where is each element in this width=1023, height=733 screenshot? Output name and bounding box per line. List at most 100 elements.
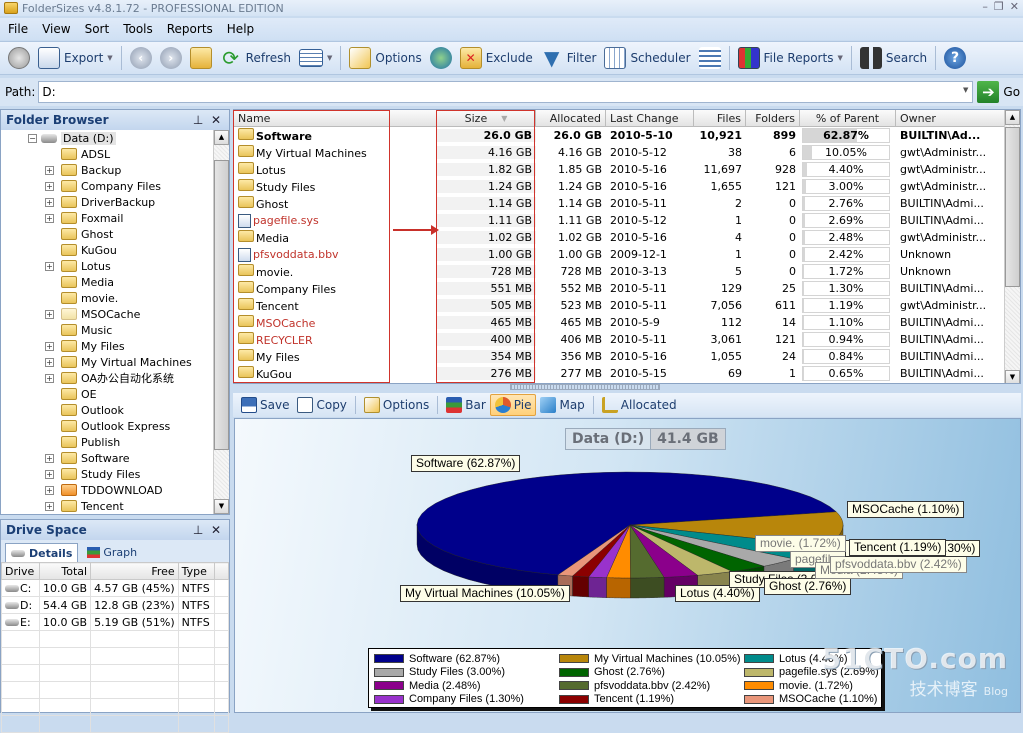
grid-row[interactable]: Study Files 1.24 GB 1.24 GB 2010-5-16 1,655 1… (234, 178, 1020, 195)
tree-item[interactable]: + OA办公自动化系统 (1, 370, 213, 386)
tree-item[interactable]: + Backup (1, 162, 213, 178)
grid-row[interactable]: RECYCLER 400 MB 406 MB 2010-5-11 3,061 121 0.9… (234, 331, 1020, 348)
map-button[interactable]: Map (536, 394, 588, 416)
drive-row[interactable]: D: 54.4 GB 12.8 GB (23%) NTFS (1, 596, 230, 614)
column-header-drive[interactable]: Drive (1, 562, 40, 580)
close-panel-icon[interactable]: ✕ (211, 113, 221, 127)
scroll-thumb[interactable] (214, 160, 229, 450)
path-input[interactable]: D: ▼ (38, 81, 974, 103)
splitter-handle[interactable] (510, 384, 660, 390)
export-button[interactable]: Export ▼ (34, 44, 117, 72)
grid-row[interactable]: Software 26.0 GB 26.0 GB 2010-5-10 10,921 899… (234, 127, 1020, 144)
tree-item[interactable]: Outlook (1, 402, 213, 418)
tree-item[interactable]: + Lotus (1, 258, 213, 274)
column-header-name[interactable]: Name (234, 110, 437, 127)
restore-button[interactable]: ❐ (994, 0, 1004, 13)
tree-item[interactable]: Publish (1, 434, 213, 450)
tree-root[interactable]: − Data (D:) (1, 130, 213, 146)
expand-icon[interactable]: + (45, 197, 54, 207)
folder-tree-scrollbar[interactable]: ▲ ▼ (213, 130, 229, 514)
scheduler-button[interactable]: Scheduler (600, 44, 694, 72)
back-button[interactable]: ‹ (126, 44, 156, 72)
grid-row[interactable]: pagefile.sys 1.11 GB 1.11 GB 2010-5-12 1 0 2.6… (234, 212, 1020, 229)
tree-item[interactable]: + MSOCache (1, 306, 213, 322)
path-dropdown-icon[interactable]: ▼ (963, 86, 968, 94)
expand-icon[interactable]: + (45, 453, 54, 463)
tree-item[interactable]: + DriverBackup (1, 194, 213, 210)
tree-item[interactable]: + Software (1, 450, 213, 466)
refresh-button[interactable]: ⟳ Refresh (216, 44, 295, 72)
column-header-files[interactable]: Files (694, 110, 746, 127)
drive-row[interactable]: C: 10.0 GB 4.57 GB (45%) NTFS (1, 579, 230, 597)
drive-row[interactable]: E: 10.0 GB 5.19 GB (51%) NTFS (1, 613, 230, 631)
tree-item[interactable]: + My Files (1, 338, 213, 354)
menu-sort[interactable]: Sort (85, 22, 110, 36)
grid-row[interactable]: Media 1.02 GB 1.02 GB 2010-5-16 4 0 2.48% gwt\A… (234, 229, 1020, 246)
tree-item[interactable]: + My Virtual Machines (1, 354, 213, 370)
tree-item[interactable]: Music (1, 322, 213, 338)
scroll-up-button[interactable]: ▲ (1005, 110, 1020, 125)
grid-row[interactable]: Ghost 1.14 GB 1.14 GB 2010-5-11 2 0 2.76% BUILT… (234, 195, 1020, 212)
close-panel-icon[interactable]: ✕ (211, 523, 221, 537)
grid-row[interactable]: KuGou 276 MB 277 MB 2010-5-15 69 1 0.65% BUILTI… (234, 365, 1020, 382)
chart-options-button[interactable]: Options (360, 394, 433, 416)
column-header-total[interactable]: Total (38, 562, 92, 580)
menu-tools[interactable]: Tools (123, 22, 153, 36)
search-button[interactable]: Search (856, 44, 931, 72)
scroll-down-button[interactable]: ▼ (1005, 370, 1020, 383)
tab-graph[interactable]: Graph (82, 543, 142, 562)
menu-reports[interactable]: Reports (167, 22, 213, 36)
tree-item[interactable]: + Foxmail (1, 210, 213, 226)
close-button[interactable]: ✕ (1010, 0, 1019, 13)
grid-row[interactable]: MSOCache 465 MB 465 MB 2010-5-9 112 14 1.10% BU… (234, 314, 1020, 331)
expand-icon[interactable]: + (45, 165, 54, 175)
grid-row[interactable]: Lotus 1.82 GB 1.85 GB 2010-5-16 11,697 928 4.4… (234, 161, 1020, 178)
expand-icon[interactable]: + (45, 501, 54, 511)
tree-item[interactable]: + TDDOWNLOAD (1, 482, 213, 498)
expand-icon[interactable]: + (45, 309, 54, 319)
go-button[interactable]: ➔ Go (977, 81, 1020, 103)
grid-row[interactable]: My Files 354 MB 356 MB 2010-5-16 1,055 24 0.84… (234, 348, 1020, 365)
bar-chart-button[interactable]: Bar (442, 394, 490, 416)
column-header-folders[interactable]: Folders (746, 110, 800, 127)
tree-item[interactable]: + Study Files (1, 466, 213, 482)
column-header-last-change[interactable]: Last Change (606, 110, 694, 127)
exclude-button[interactable]: ✕ Exclude (456, 44, 537, 72)
view-menu-button[interactable]: ▼ (295, 44, 336, 72)
column-header-free[interactable]: Free (90, 562, 179, 580)
stop-button[interactable] (4, 44, 34, 72)
expand-icon[interactable]: + (45, 469, 54, 479)
column-header-allocated[interactable]: Allocated (536, 110, 606, 127)
column-header-owner[interactable]: Owner (896, 110, 1006, 127)
expand-icon[interactable]: + (45, 373, 54, 383)
scroll-down-button[interactable]: ▼ (214, 499, 229, 514)
network-button[interactable] (426, 44, 456, 72)
save-button[interactable]: Save (237, 394, 293, 416)
copy-button[interactable]: Copy (293, 394, 350, 416)
expand-icon[interactable]: + (45, 341, 54, 351)
options-button[interactable]: Options (345, 44, 425, 72)
tree-item[interactable]: OE (1, 386, 213, 402)
collapse-icon[interactable]: − (28, 133, 37, 143)
tree-item[interactable]: movie. (1, 290, 213, 306)
import-button[interactable] (695, 44, 725, 72)
filter-button[interactable]: ▼ Filter (537, 44, 601, 72)
tab-details[interactable]: Details (5, 543, 79, 562)
expand-icon[interactable]: + (45, 357, 54, 367)
column-header--of-parent[interactable]: % of Parent (800, 110, 896, 127)
tree-item[interactable]: Media (1, 274, 213, 290)
grid-scrollbar[interactable]: ▲ ▼ (1004, 110, 1020, 383)
file-reports-button[interactable]: File Reports ▼ (734, 44, 847, 72)
expand-icon[interactable]: + (45, 261, 54, 271)
tree-item[interactable]: + Tencent (1, 498, 213, 514)
pin-icon[interactable]: ⊥ (193, 523, 203, 537)
pin-icon[interactable]: ⊥ (193, 113, 203, 127)
grid-row[interactable]: Tencent 505 MB 523 MB 2010-5-11 7,056 611 1.19… (234, 297, 1020, 314)
expand-icon[interactable]: + (45, 213, 54, 223)
forward-button[interactable]: › (156, 44, 186, 72)
folder-up-button[interactable] (186, 44, 216, 72)
menu-view[interactable]: View (42, 22, 70, 36)
grid-row[interactable]: movie. 728 MB 728 MB 2010-3-13 5 0 1.72% Unknow… (234, 263, 1020, 280)
grid-row[interactable]: Company Files 551 MB 552 MB 2010-5-11 129 25 1… (234, 280, 1020, 297)
scroll-thumb[interactable] (1005, 127, 1020, 287)
